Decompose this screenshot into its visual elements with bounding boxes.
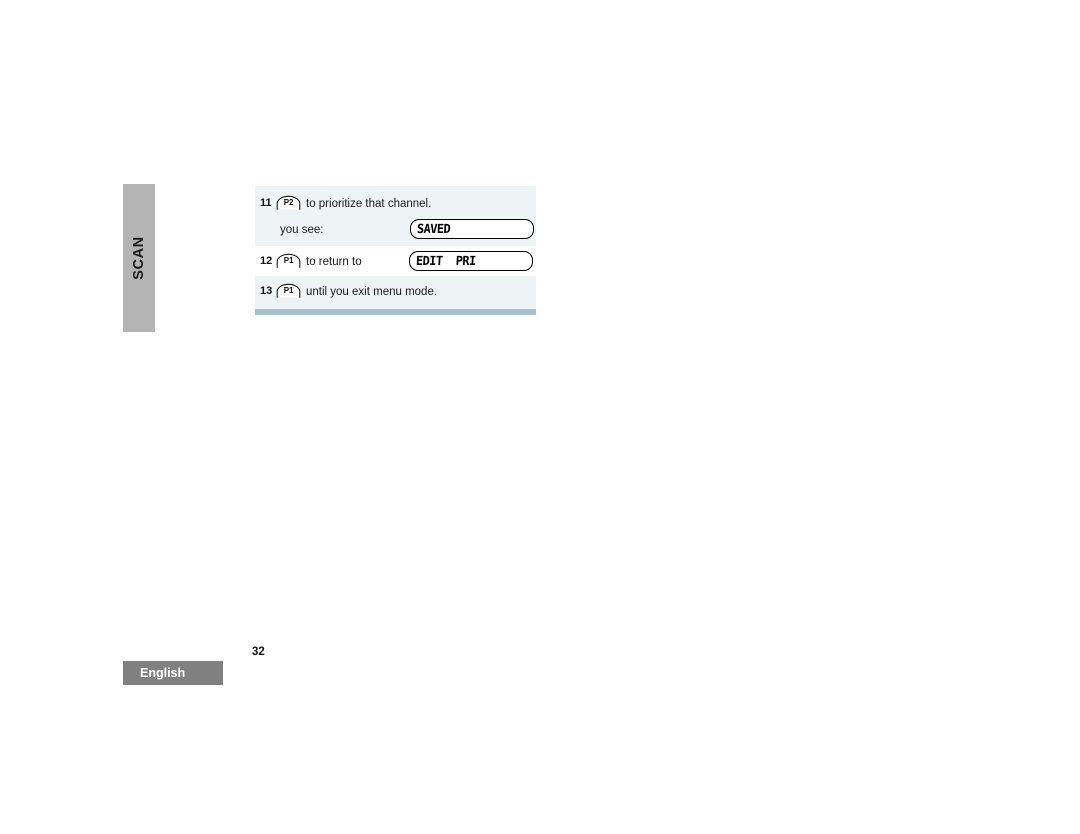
table-row: 13 P1 until you exit menu mode. <box>255 276 536 306</box>
lcd-display-edit-pri: EDIT PRI <box>409 251 533 271</box>
table-row: 11 P2 to prioritize that channel. <box>255 186 536 216</box>
language-badge: English <box>123 661 223 685</box>
step-text: until you exit menu mode. <box>306 285 438 298</box>
step-number: 11 <box>260 197 272 209</box>
language-badge-label: English <box>140 666 186 680</box>
step-number: 13 <box>260 285 273 297</box>
table-row: you see: SAVED <box>255 216 536 246</box>
p1-key-icon[interactable]: P1 <box>275 253 302 269</box>
procedure-table: 11 P2 to prioritize that channel. you se… <box>255 186 536 315</box>
section-tab-label: SCAN <box>131 236 147 280</box>
p1-key-label: P1 <box>283 256 294 265</box>
page-number: 32 <box>252 646 265 658</box>
p1-key-icon[interactable]: P1 <box>275 283 302 299</box>
step-number: 12 <box>260 255 273 267</box>
table-row: 12 P1 to return to EDIT PRI <box>255 246 536 276</box>
p2-key-icon[interactable]: P2 <box>275 195 302 211</box>
you-see-label: you see: <box>280 223 324 236</box>
step-text: to prioritize that channel. <box>306 197 432 210</box>
lcd-display-saved: SAVED <box>410 219 534 239</box>
p2-key-label: P2 <box>283 198 294 207</box>
lcd-text: EDIT PRI <box>415 253 476 269</box>
lcd-text: SAVED <box>416 221 451 237</box>
table-bottom-rule <box>255 309 536 315</box>
section-tab-scan: SCAN <box>123 184 155 332</box>
step-text: to return to <box>306 255 362 268</box>
p1-key-label: P1 <box>283 286 294 295</box>
